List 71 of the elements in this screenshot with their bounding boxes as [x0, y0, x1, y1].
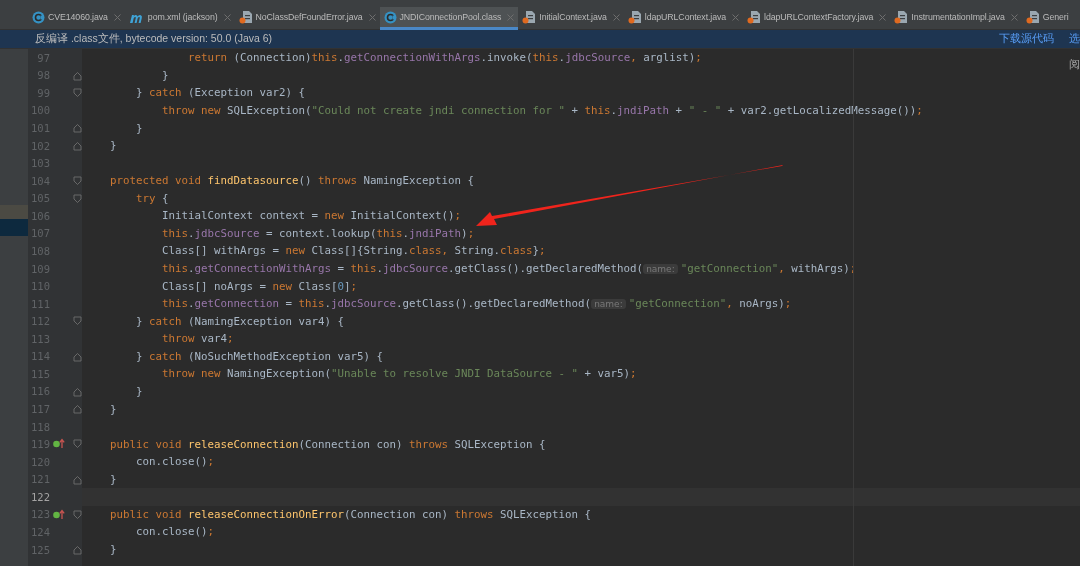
- code-line: } catch (Exception var2) {: [135, 86, 306, 100]
- banner-message: 反编译 .class文件, bytecode version: 50.0 (Java 6): [35, 32, 274, 46]
- code-line: }: [109, 139, 117, 153]
- implements-method-icon[interactable]: [53, 508, 65, 520]
- code-line: }: [135, 121, 143, 135]
- code-line: Class[] withArgs = new Class[]{String.class, String.class};: [161, 244, 546, 258]
- banner-link[interactable]: 下载源代码: [999, 32, 1054, 46]
- fold-icon[interactable]: [73, 439, 82, 450]
- locked-file-icon: [238, 10, 253, 24]
- fold-icon[interactable]: [73, 88, 82, 99]
- editor-tab[interactable]: InstrumentationImpl.java: [890, 7, 1022, 30]
- banner-link[interactable]: 选: [1069, 32, 1080, 46]
- fold-icon[interactable]: [73, 386, 82, 397]
- fold-icon[interactable]: [73, 351, 82, 362]
- code-line: protected void findDatasource() throws NamingException {: [109, 174, 475, 188]
- locked-file-icon: [627, 10, 642, 24]
- editor-tab[interactable]: InitialContext.java: [518, 7, 624, 30]
- close-icon[interactable]: [612, 13, 620, 21]
- fold-icon[interactable]: [73, 474, 82, 485]
- class-file-icon: [32, 10, 45, 24]
- fold-icon[interactable]: [73, 544, 82, 555]
- code-line: }: [109, 543, 117, 557]
- code-line: } catch (NoSuchMethodException var5) {: [135, 349, 384, 363]
- close-icon[interactable]: [223, 13, 231, 21]
- code-line: con.close();: [135, 525, 215, 539]
- code-line: try {: [135, 191, 169, 205]
- class-file-icon: [383, 10, 397, 24]
- fold-icon[interactable]: [73, 140, 82, 151]
- fold-icon[interactable]: [73, 123, 82, 134]
- fold-icon[interactable]: [73, 70, 82, 81]
- code-line: }: [161, 68, 169, 82]
- editor-tab[interactable]: pom.xml (jackson): [124, 7, 235, 30]
- fold-icon[interactable]: [73, 509, 82, 520]
- code-line: throw var4;: [161, 332, 234, 346]
- locked-file-icon: [747, 10, 762, 24]
- code-line: }: [135, 384, 143, 398]
- code-line: InitialContext context = new InitialContext();: [161, 209, 462, 223]
- locked-file-icon: [522, 10, 537, 24]
- editor-tab[interactable]: NoClassDefFoundError.java: [234, 7, 380, 30]
- close-icon[interactable]: [507, 13, 515, 21]
- fold-icon[interactable]: [73, 404, 82, 415]
- reader-mode-label[interactable]: 阅: [1069, 57, 1080, 72]
- close-icon[interactable]: [368, 13, 376, 21]
- locked-file-icon: [894, 10, 909, 24]
- implements-method-icon[interactable]: [53, 438, 65, 450]
- editor-tab[interactable]: Generi: [1021, 7, 1073, 30]
- editor-tab[interactable]: ldapURLContextFactory.java: [743, 7, 891, 30]
- code-line: this.jdbcSource = context.lookup(this.jndiPath);: [161, 226, 475, 240]
- close-icon[interactable]: [1010, 13, 1018, 21]
- code-line: return (Connection)this.getConnectionWithArgs.invoke(this.jdbcSource, arglist);: [187, 51, 702, 65]
- code-line: }: [109, 472, 117, 486]
- fold-icon[interactable]: [73, 175, 82, 186]
- close-icon[interactable]: [732, 13, 740, 21]
- line-number: 122: [30, 490, 50, 503]
- editor-tab[interactable]: ldapURLContext.java: [623, 7, 744, 30]
- fold-icon[interactable]: [73, 316, 82, 327]
- editor-tab[interactable]: CVE14060.java: [28, 7, 125, 30]
- fold-icon[interactable]: [73, 193, 82, 204]
- locked-file-icon: [1025, 10, 1040, 24]
- code-line: throw new NamingException("Unable to resolve JNDI DataSource - " + var5);: [161, 367, 637, 381]
- code-line: this.getConnection = this.jdbcSource.getClass().getDeclaredMethod( name: "getConnection", noArgs);: [161, 297, 792, 311]
- code-line: } catch (NamingException var4) {: [135, 314, 345, 328]
- editor-tab[interactable]: JNDIConnectionPool.class: [379, 7, 519, 30]
- code-line: throw new SQLException("Could not create jndi connection for " + this.jndiPath + " - " + var2.getLocalizedMessage());: [161, 103, 923, 117]
- code-line: public void releaseConnectionOnError(Connection con) throws SQLException {: [109, 507, 592, 521]
- code-line: Class[] noArgs = new Class[0];: [161, 279, 358, 293]
- close-icon[interactable]: [113, 13, 121, 21]
- code-line: con.close();: [135, 455, 215, 469]
- code-line: }: [109, 402, 117, 416]
- close-icon[interactable]: [879, 13, 887, 21]
- code-line: public void releaseConnection(Connection con) throws SQLException {: [109, 437, 546, 451]
